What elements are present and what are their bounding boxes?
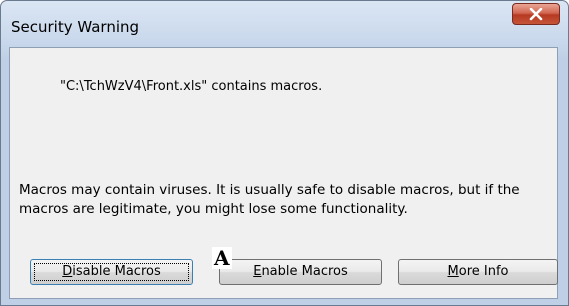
annotation-label-a: A	[212, 246, 232, 270]
enable-macros-button[interactable]: Enable Macros	[219, 259, 382, 285]
enable-macros-label: nable Macros	[261, 264, 348, 279]
disable-macros-label: isable Macros	[72, 264, 161, 279]
macro-warning-message: Macros may contain viruses. It is usuall…	[19, 182, 520, 217]
close-button[interactable]	[512, 3, 560, 25]
title-bar[interactable]: Security Warning	[1, 1, 568, 47]
disable-macros-button[interactable]: Disable Macros	[30, 259, 193, 285]
dialog-content: "C:\TchWzV4\Front.xls" contains macros. …	[9, 47, 558, 299]
window-title: Security Warning	[11, 18, 140, 36]
more-info-button[interactable]: More Info	[398, 259, 558, 285]
close-x-icon	[529, 8, 543, 21]
security-warning-dialog: Security Warning "C:\TchWzV4\Front.xls" …	[0, 0, 569, 306]
disable-macros-mnemonic: D	[62, 264, 73, 279]
file-macro-message: "C:\TchWzV4\Front.xls" contains macros.	[60, 79, 323, 94]
more-info-label: ore Info	[458, 264, 509, 279]
more-info-mnemonic: M	[447, 264, 459, 279]
